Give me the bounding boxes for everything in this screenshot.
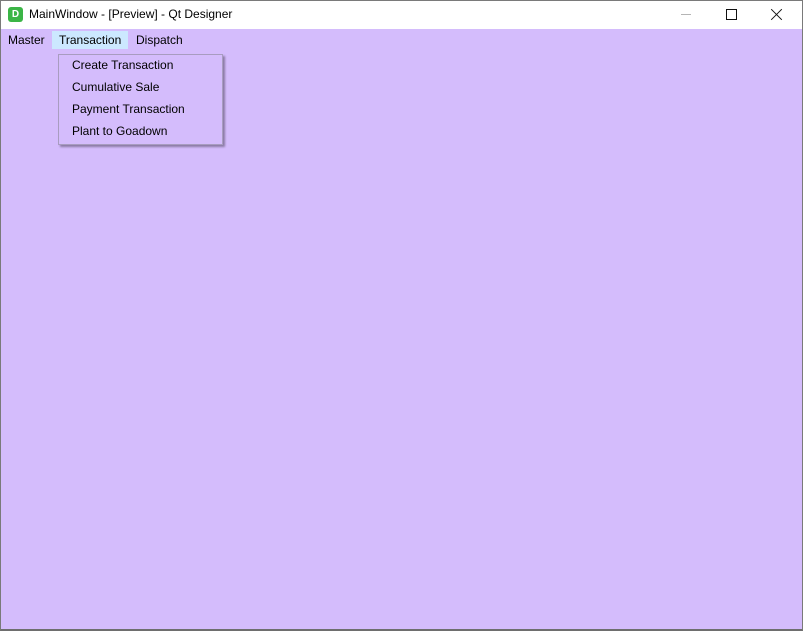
designer-app-icon[interactable]: D <box>8 7 23 22</box>
menu-master[interactable]: Master <box>1 31 52 49</box>
menu-item-plant-to-goadown[interactable]: Plant to Goadown <box>72 120 167 142</box>
menu-item-payment-transaction[interactable]: Payment Transaction <box>72 98 185 120</box>
maximize-button[interactable] <box>709 1 755 29</box>
minimize-button[interactable] <box>663 1 709 29</box>
maximize-icon <box>726 9 737 20</box>
menu-dispatch[interactable]: Dispatch <box>129 31 190 49</box>
transaction-dropdown-menu: Create Transaction Cumulative Sale Payme… <box>58 54 223 145</box>
title-bar[interactable]: D MainWindow - [Preview] - Qt Designer <box>1 1 802 29</box>
menu-transaction[interactable]: Transaction <box>52 31 129 49</box>
close-button[interactable] <box>755 1 801 29</box>
window-title: MainWindow - [Preview] - Qt Designer <box>29 7 233 21</box>
minimize-icon <box>681 14 691 15</box>
menu-item-cumulative-sale[interactable]: Cumulative Sale <box>72 76 159 98</box>
main-window: D MainWindow - [Preview] - Qt Designer M… <box>0 0 803 631</box>
menu-item-create-transaction[interactable]: Create Transaction <box>72 54 173 76</box>
menu-bar: Master Transaction Dispatch <box>1 29 802 51</box>
close-icon <box>770 8 783 21</box>
